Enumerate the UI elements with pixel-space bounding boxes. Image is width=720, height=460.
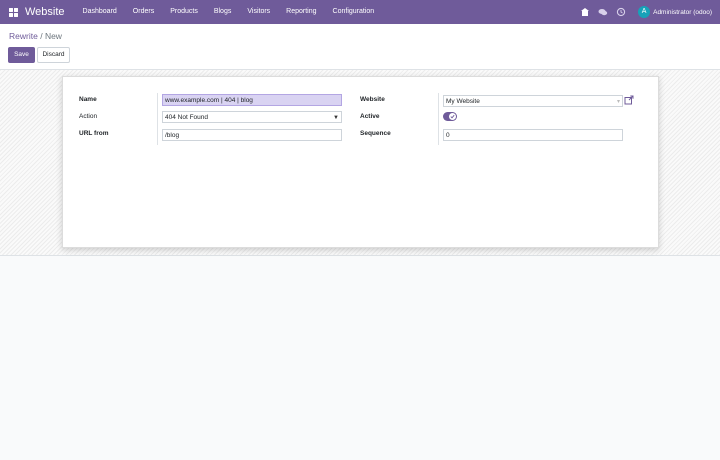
website-select-value: My Website	[446, 98, 480, 105]
toggle-knob	[449, 113, 456, 120]
chat-icon[interactable]	[598, 7, 608, 17]
name-label: Name	[79, 96, 97, 103]
label-divider-left	[157, 93, 158, 145]
discard-button[interactable]: Discard	[37, 47, 70, 63]
active-label: Active	[360, 113, 380, 120]
url-from-field[interactable]: /blog	[162, 129, 342, 141]
menu-item-reporting[interactable]: Reporting	[278, 0, 324, 24]
clock-icon[interactable]	[616, 7, 626, 17]
breadcrumb: Rewrite / New	[9, 31, 62, 41]
breadcrumb-current: New	[44, 31, 62, 41]
menu-item-orders[interactable]: Orders	[125, 0, 162, 24]
app-name[interactable]: Website	[25, 6, 65, 18]
sequence-label: Sequence	[360, 130, 391, 137]
menu-item-blogs[interactable]: Blogs	[206, 0, 240, 24]
main-menu: Dashboard Orders Products Blogs Visitors…	[75, 0, 383, 24]
action-label: Action	[79, 113, 98, 120]
building-icon[interactable]	[580, 7, 590, 17]
control-panel	[0, 24, 720, 70]
website-select[interactable]: My Website ▾	[443, 95, 623, 107]
apps-menu-icon[interactable]	[9, 7, 18, 17]
breadcrumb-separator: /	[40, 31, 43, 41]
label-divider-right	[438, 93, 439, 145]
action-select[interactable]: 404 Not Found ▼	[162, 111, 342, 123]
sequence-field[interactable]: 0	[443, 129, 623, 141]
breadcrumb-parent[interactable]: Rewrite	[9, 31, 38, 41]
save-button[interactable]: Save	[8, 47, 35, 63]
url-from-label: URL from	[79, 130, 109, 137]
action-select-value: 404 Not Found	[165, 114, 209, 121]
menu-item-dashboard[interactable]: Dashboard	[75, 0, 125, 24]
menu-item-products[interactable]: Products	[162, 0, 206, 24]
systray: A Administrator (odoo)	[580, 0, 720, 24]
user-name[interactable]: Administrator (odoo)	[653, 9, 712, 16]
menu-item-visitors[interactable]: Visitors	[239, 0, 278, 24]
menu-item-configuration[interactable]: Configuration	[325, 0, 383, 24]
name-field[interactable]: www.example.com | 404 | blog	[162, 94, 342, 106]
website-label: Website	[360, 96, 385, 103]
active-toggle[interactable]	[443, 112, 457, 121]
chevron-down-icon: ▾	[616, 99, 620, 105]
external-link-icon[interactable]	[624, 95, 634, 105]
top-navbar: Website Dashboard Orders Products Blogs …	[0, 0, 720, 24]
chevron-down-icon: ▼	[333, 115, 339, 121]
avatar[interactable]: A	[638, 6, 651, 18]
